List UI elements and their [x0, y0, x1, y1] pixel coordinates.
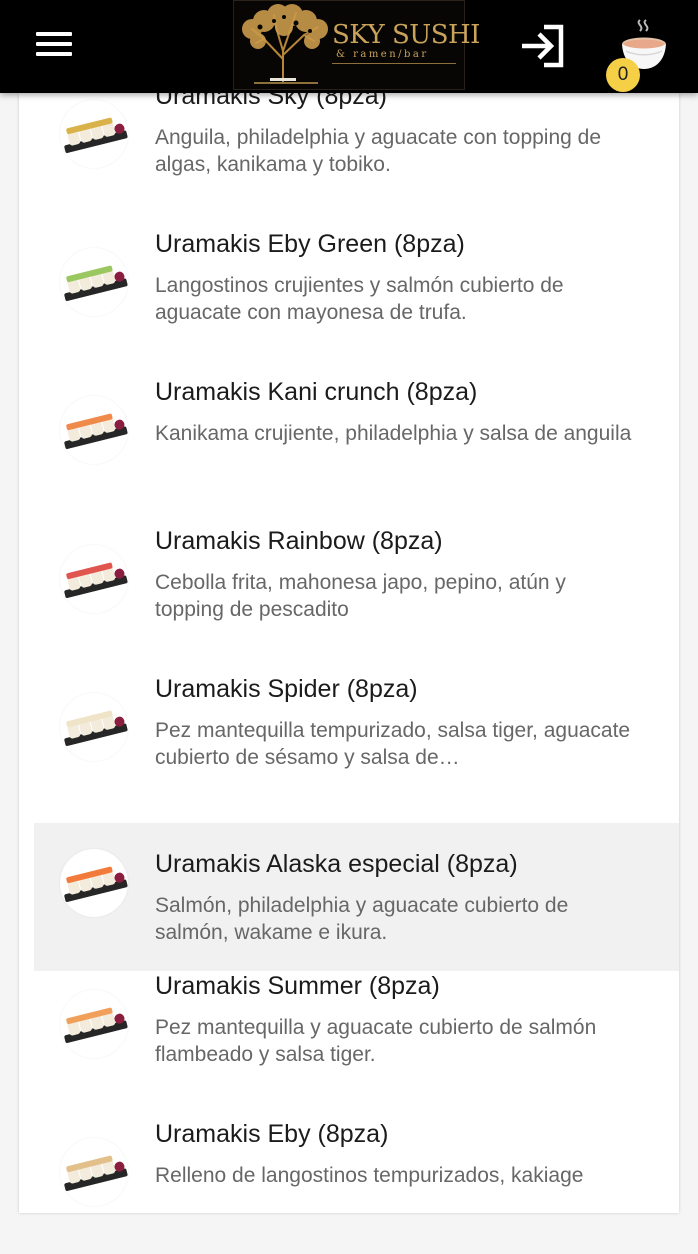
menu-list: Uramakis Sky (8pza) Anguila, philadelphi… — [19, 82, 679, 1213]
product-image — [60, 990, 128, 1058]
list-item[interactable]: Uramakis Rainbow (8pza) Cebolla frita, m… — [34, 513, 679, 661]
list-item[interactable]: Uramakis Spider (8pza) Pez mantequilla t… — [34, 661, 679, 809]
item-description: Relleno de langostinos tempurizados, kak… — [155, 1164, 584, 1187]
list-item[interactable]: Uramakis Kani crunch (8pza) Kanikama cru… — [34, 364, 679, 512]
login-icon[interactable] — [520, 24, 566, 68]
product-image — [60, 248, 128, 316]
item-description: Salmón, philadelphia y aguacate cubierto… — [155, 894, 569, 944]
item-description: Pez mantequilla y aguacate cubierto de s… — [155, 1016, 597, 1066]
item-description: Anguila, philadelphia y aguacate con top… — [155, 126, 602, 176]
list-item[interactable]: Uramakis Alaska especial (8pza) Salmón, … — [34, 823, 679, 971]
logo-subtitle: & ramen/bar — [336, 49, 429, 60]
item-description: Pez mantequilla tempurizado, salsa tiger… — [155, 719, 631, 769]
cart-count-badge: 0 — [606, 58, 640, 92]
cart-button[interactable]: 0 — [606, 18, 672, 92]
product-image — [60, 849, 128, 917]
tree-logo-icon — [242, 4, 328, 84]
item-description: Langostinos crujientes y salmón cubierto… — [155, 274, 564, 324]
product-image — [60, 1138, 128, 1206]
logo[interactable]: SKY SUSHI & ramen/bar — [233, 0, 480, 90]
item-description: Cebolla frita, mahonesa japo, pepino, at… — [155, 571, 566, 621]
list-item[interactable]: Uramakis Eby Green (8pza) Langostinos cr… — [34, 216, 679, 364]
item-title: Uramakis Eby (8pza) — [155, 1120, 389, 1148]
item-title: Uramakis Spider (8pza) — [155, 675, 418, 703]
hamburger-menu-icon[interactable] — [36, 32, 72, 60]
item-title: Uramakis Summer (8pza) — [155, 972, 440, 1000]
top-bar: SKY SUSHI & ramen/bar 0 — [0, 0, 698, 93]
list-item[interactable]: Uramakis Eby (8pza) Relleno de langostin… — [34, 1106, 679, 1254]
logo-divider — [332, 63, 456, 64]
product-image — [60, 693, 128, 761]
item-title: Uramakis Kani crunch (8pza) — [155, 378, 478, 406]
list-item[interactable]: Uramakis Summer (8pza) Pez mantequilla y… — [34, 958, 679, 1106]
product-image — [60, 100, 128, 168]
item-description: Kanikama crujiente, philadelphia y salsa… — [155, 422, 632, 445]
item-title: Uramakis Rainbow (8pza) — [155, 527, 443, 555]
logo-name: SKY SUSHI — [332, 20, 480, 50]
product-image — [60, 545, 128, 613]
item-title: Uramakis Alaska especial (8pza) — [155, 850, 518, 878]
product-image — [60, 396, 128, 464]
item-title: Uramakis Eby Green (8pza) — [155, 230, 465, 258]
